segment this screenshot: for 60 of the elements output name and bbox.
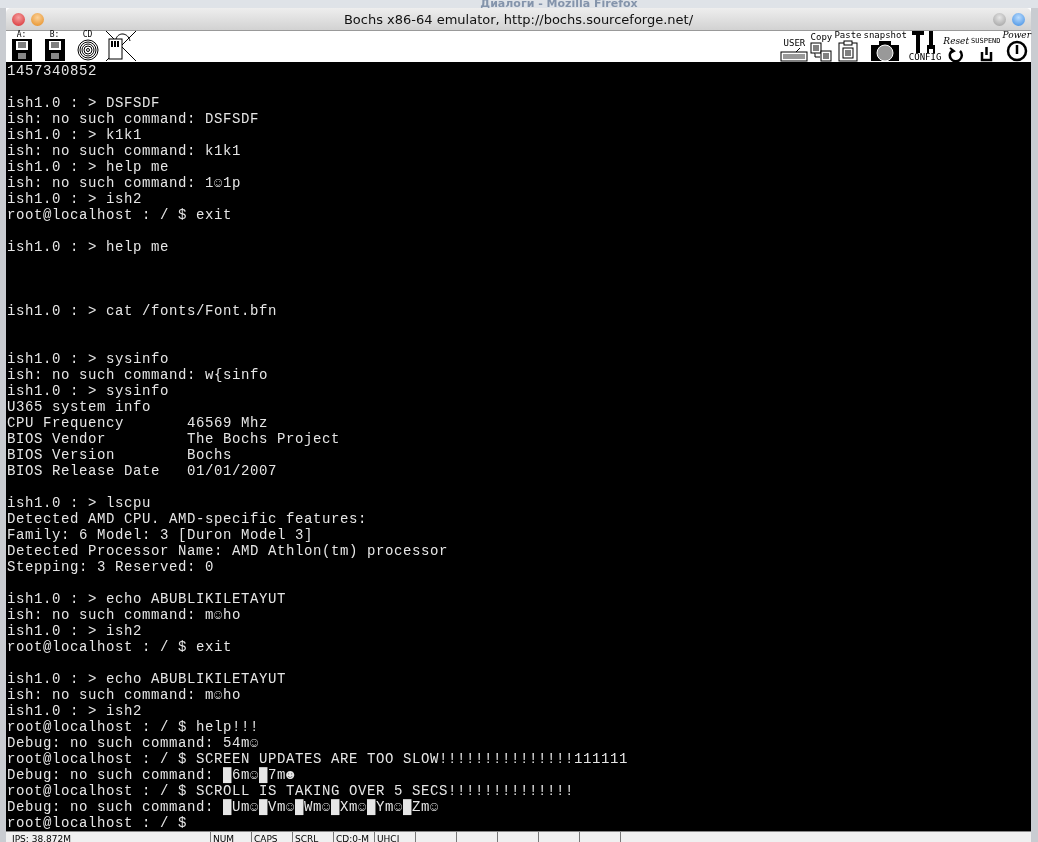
config-button[interactable]: CONFIG [908,31,942,62]
paste-button[interactable]: Paste [834,31,862,62]
terminal-line: ish: no such command: w{sinfo [7,367,270,383]
terminal-line: Debug: no such command: █Um☺█Vm☺█Wm☺█Xm☺█Ym☺█Zm☺ [7,799,441,815]
terminal-line: Debug: no such command: █6m☺█7m☻ [7,767,297,783]
terminal-line: ish: no such command: m☺ho [7,687,243,703]
terminal-line: BIOS Release Date 01/01/2007 [7,463,279,479]
terminal-line: ish1.0 : > ish2 [7,703,144,719]
minimize-button[interactable] [31,12,44,26]
terminal-line: root@localhost : / $ [7,815,189,831]
window-title: Bochs x86-64 emulator, http://bochs.sourceforge.net/ [342,11,695,27]
terminal-line: root@localhost : / $ SCROLL IS TAKING OVER 5 SECS!!!!!!!!!!!!!! [7,783,576,799]
terminal-line: root@localhost : / $ exit [7,207,234,223]
terminal-line: Debug: no such command: 54m☺ [7,735,261,751]
ips-readout: IPS: 38.872M [11,833,72,842]
terminal-line: Family: 6 Model: 3 [Duron Model 3] [7,527,315,543]
zoom-button[interactable] [993,12,1006,26]
terminal-line: U365 system info [7,399,153,415]
mouse-button[interactable] [105,31,136,62]
copy-button[interactable]: Copy [810,31,833,62]
terminal-line: ish1.0 : > sysinfo [7,383,171,399]
terminal-line: ish: no such command: 1☺1p [7,175,243,191]
reset-button[interactable]: Reset [943,31,970,62]
terminal-line: ish1.0 : > echo ABUBLIKILETAYUT [7,671,288,687]
user-button[interactable]: USER [780,31,809,62]
terminal-line: ish1.0 : > help me [7,159,171,175]
floppy-button[interactable]: A: [6,31,37,62]
terminal-line: ish1.0 : > k1k1 [7,127,144,143]
terminal-line: root@localhost : / $ help!!! [7,719,261,735]
terminal-line: ish1.0 : > sysinfo [7,351,171,367]
terminal-line: ish1.0 : > cat /fonts/Font.bfn [7,303,279,319]
status-indicator: CD:0-M [333,832,374,842]
terminal-line: ish1.0 : > ish2 [7,191,144,207]
terminal-line: ish1.0 : > echo ABUBLIKILETAYUT [7,591,288,607]
terminal-line: ish1.0 : > help me [7,239,171,255]
terminal-line: Detected Processor Name: AMD Athlon(tm) processor [7,543,450,559]
toolbar-toggle-button[interactable] [1012,12,1025,26]
terminal-line: BIOS Version Bochs [7,447,234,463]
terminal-line: Detected AMD CPU. AMD-specific features: [7,511,369,527]
terminal-line: root@localhost : / $ SCREEN UPDATES ARE TOO SLOW!!!!!!!!!!!!!!!111111 [7,751,630,767]
terminal-line: Stepping: 3 Reserved: 0 [7,559,216,575]
status-indicator: NUM [210,832,251,842]
terminal-line: ish1.0 : > lscpu [7,495,153,511]
status-indicator: CAPS [251,832,292,842]
floppy-button[interactable]: B: [39,31,70,62]
terminal-line: ish1.0 : > ish2 [7,623,144,639]
terminal-line: CPU Frequency 46569 Mhz [7,415,270,431]
terminal-line: 1457340852 [7,63,98,79]
terminal-line: ish1.0 : > DSFSDF [7,95,162,111]
status-indicator: UHCI [374,832,415,842]
terminal-line: root@localhost : / $ exit [7,639,234,655]
terminal-line: ish: no such command: m☺ho [7,607,243,623]
terminal-line: ish: no such command: DSFSDF [7,111,261,127]
terminal-line: ish: no such command: k1k1 [7,143,243,159]
cdrom-button[interactable]: CD [72,31,103,62]
status-indicator: SCRL [292,832,333,842]
power-button[interactable]: Power [1002,31,1031,62]
close-button[interactable] [12,12,25,26]
snapshot-button[interactable]: snapshot [863,31,907,62]
terminal-line: BIOS Vendor The Bochs Project [7,431,342,447]
